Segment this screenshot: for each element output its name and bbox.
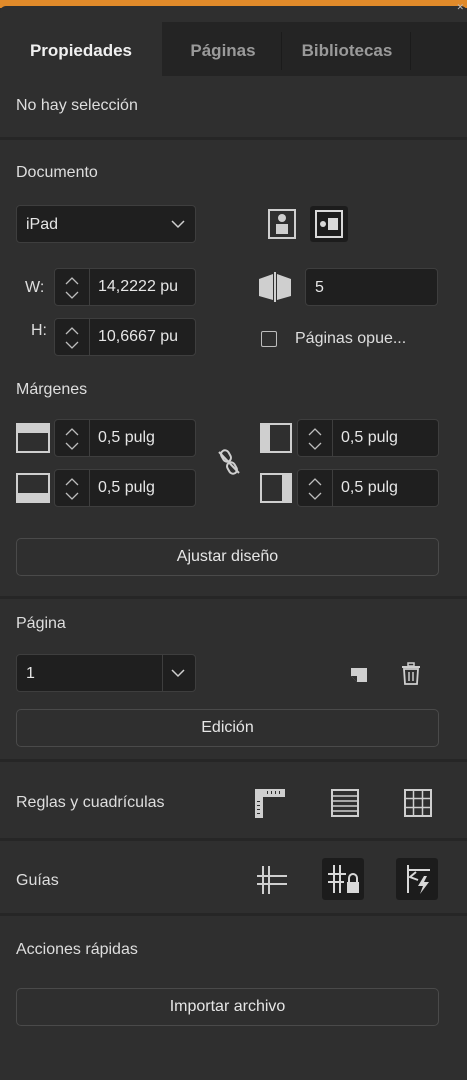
- tab-propiedades[interactable]: Propiedades: [0, 22, 162, 76]
- lock-guides-icon[interactable]: [322, 858, 364, 900]
- margin-inside-stepper[interactable]: [298, 420, 333, 456]
- panel-tab-bar: Propiedades Páginas Bibliotecas: [0, 22, 467, 76]
- guias-label: Guías: [16, 872, 59, 889]
- link-icon[interactable]: [216, 447, 242, 477]
- margin-inside-field[interactable]: 0,5 pulg: [297, 419, 439, 457]
- ajustar-diseno-button[interactable]: Ajustar diseño: [16, 538, 439, 576]
- pages-count-field[interactable]: 5: [305, 268, 438, 306]
- facing-pages-checkbox[interactable]: [261, 331, 277, 347]
- page-value: 1: [26, 665, 35, 682]
- margin-bottom-icon: [16, 472, 50, 504]
- edicion-button[interactable]: Edición: [16, 709, 439, 747]
- importar-archivo-button[interactable]: Importar archivo: [16, 988, 439, 1026]
- margin-bottom-field[interactable]: 0,5 pulg: [54, 469, 196, 507]
- divider: [0, 596, 467, 599]
- tab-divider: [410, 32, 411, 70]
- document-grid-icon[interactable]: [402, 787, 434, 819]
- tab-label: Páginas: [190, 41, 256, 60]
- documento-heading: Documento: [16, 164, 98, 181]
- pagina-heading: Página: [16, 615, 66, 632]
- margin-bottom-value: 0,5 pulg: [98, 479, 155, 496]
- tab-paginas[interactable]: Páginas: [166, 22, 280, 76]
- tab-divider: [281, 32, 282, 70]
- width-value: 14,2222 pu: [98, 278, 179, 295]
- width-stepper[interactable]: [55, 269, 90, 305]
- chevron-down-icon: [171, 220, 185, 229]
- margin-top-icon: [16, 422, 50, 454]
- divider: [0, 137, 467, 140]
- reglas-label: Reglas y cuadrículas: [16, 794, 165, 811]
- margin-top-field[interactable]: 0,5 pulg: [54, 419, 196, 457]
- pages-count-value: 5: [315, 279, 324, 296]
- margin-inside-icon: [259, 422, 293, 454]
- height-label: H:: [31, 322, 47, 339]
- divider: [0, 838, 467, 841]
- select-divider: [162, 655, 163, 691]
- tab-bibliotecas[interactable]: Bibliotecas: [284, 22, 410, 76]
- margin-outside-stepper[interactable]: [298, 470, 333, 506]
- preset-value: iPad: [26, 216, 59, 233]
- guides-icon[interactable]: [253, 862, 289, 898]
- margin-inside-value: 0,5 pulg: [341, 429, 398, 446]
- margin-outside-value: 0,5 pulg: [341, 479, 398, 496]
- close-icon[interactable]: ✕: [456, 2, 464, 13]
- pages-icon: [256, 270, 294, 304]
- rulers-icon[interactable]: [253, 786, 287, 820]
- new-page-icon[interactable]: [349, 664, 371, 686]
- acciones-heading: Acciones rápidas: [16, 941, 138, 958]
- height-stepper[interactable]: [55, 319, 90, 355]
- margin-bottom-stepper[interactable]: [55, 470, 90, 506]
- smart-guides-icon[interactable]: [396, 858, 438, 900]
- facing-pages-label: Páginas opue...: [295, 330, 407, 347]
- document-preset-select[interactable]: iPad: [16, 205, 196, 243]
- margin-outside-field[interactable]: 0,5 pulg: [297, 469, 439, 507]
- divider: [0, 759, 467, 762]
- window-accent-strip: [0, 0, 467, 12]
- margenes-heading: Márgenes: [16, 381, 88, 398]
- page-select[interactable]: 1: [16, 654, 196, 692]
- trash-icon[interactable]: [400, 662, 422, 686]
- margin-outside-icon: [259, 472, 293, 504]
- height-value: 10,6667 pu: [98, 328, 179, 345]
- width-label: W:: [25, 279, 45, 296]
- portrait-icon[interactable]: [266, 208, 298, 240]
- margin-top-stepper[interactable]: [55, 420, 90, 456]
- chevron-down-icon[interactable]: [171, 668, 185, 678]
- width-field[interactable]: 14,2222 pu: [54, 268, 196, 306]
- tab-label: Propiedades: [29, 41, 133, 60]
- divider: [0, 913, 467, 916]
- tab-label: Bibliotecas: [301, 41, 393, 60]
- landscape-icon[interactable]: [310, 206, 348, 242]
- height-field[interactable]: 10,6667 pu: [54, 318, 196, 356]
- baseline-grid-icon[interactable]: [329, 787, 361, 819]
- margin-top-value: 0,5 pulg: [98, 429, 155, 446]
- selection-status: No hay selección: [16, 97, 138, 114]
